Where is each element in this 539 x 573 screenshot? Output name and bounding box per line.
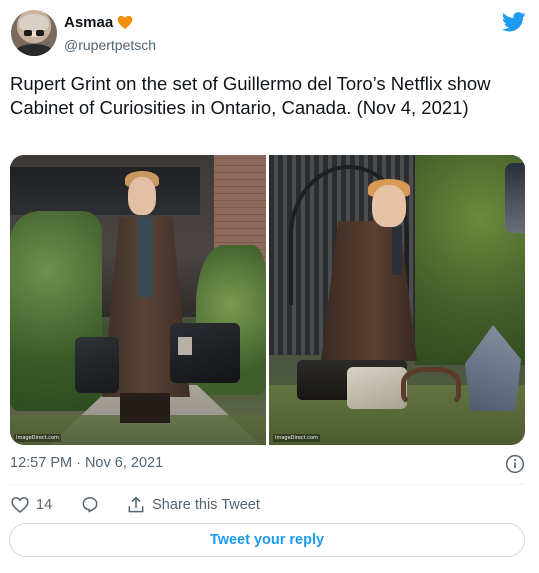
reply-button[interactable] [80,495,100,515]
share-button[interactable]: Share this Tweet [126,495,260,515]
tweet-actions: 14 Share this Tweet [10,494,260,516]
tweet-text: Rupert Grint on the set of Guillermo del… [10,73,491,118]
photo-watermark: ImageDirect.com [273,434,320,442]
tweet-card: Asmaa @rupertpetsch Rupert Grint on the … [0,0,539,573]
like-button[interactable]: 14 [10,495,52,515]
info-icon[interactable] [505,454,525,474]
author-display-name[interactable]: Asmaa [64,14,113,31]
divider [10,484,525,485]
tweet-your-reply-button[interactable]: Tweet your reply [9,523,525,557]
author-name-row[interactable]: Asmaa [64,14,133,31]
tweet-media[interactable]: ImageDirect.com ImageDirect.com [10,155,525,445]
orange-heart-icon [117,15,133,30]
tweet-photo-1[interactable]: ImageDirect.com [10,155,266,445]
share-label: Share this Tweet [152,497,260,513]
avatar[interactable] [11,10,57,56]
tweet-photo-2[interactable]: ImageDirect.com [269,155,525,445]
author-handle[interactable]: @rupertpetsch [64,37,156,53]
like-count: 14 [36,497,53,513]
photo-watermark: ImageDirect.com [14,434,61,442]
heart-outline-icon [11,497,29,513]
reply-bubble-icon [82,497,98,513]
share-icon [128,496,144,513]
tweet-timestamp[interactable]: 12:57 PM · Nov 6, 2021 [10,455,163,471]
twitter-bird-icon[interactable] [502,12,526,32]
